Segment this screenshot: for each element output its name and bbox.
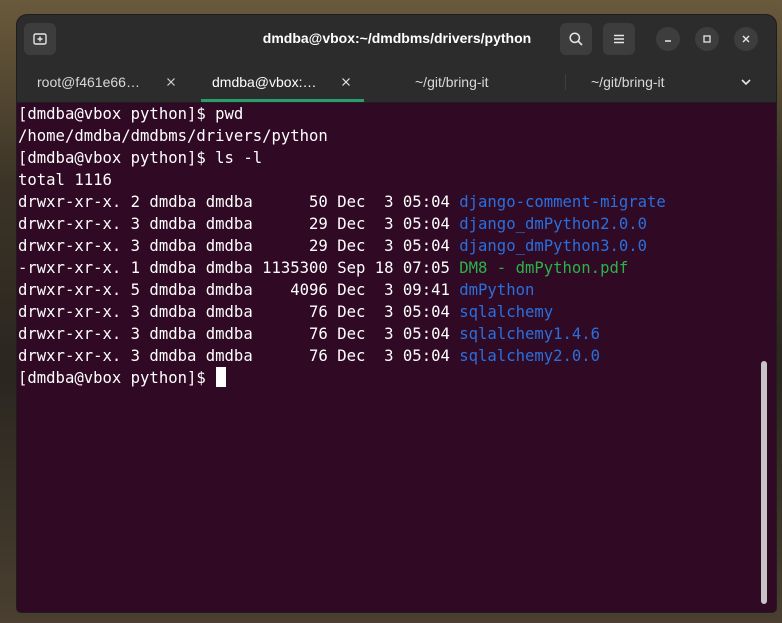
terminal-scrollbar[interactable] — [761, 361, 767, 604]
tab-label: dmdba@vbox:… — [212, 74, 317, 90]
close-button[interactable] — [734, 27, 758, 51]
dir-name: django_dmPython2.0.0 — [459, 215, 648, 233]
chevron-down-icon — [741, 79, 751, 86]
minimize-icon — [665, 40, 671, 42]
text-cursor — [216, 367, 227, 387]
dir-name: sqlalchemy2.0.0 — [459, 347, 601, 365]
hamburger-menu-icon — [614, 34, 624, 44]
tab-bring-it-1[interactable]: ~/git/bring-it — [415, 62, 565, 102]
search-button[interactable] — [560, 23, 592, 55]
dir-name: django-comment-migrate — [459, 193, 666, 211]
new-tab-icon — [33, 33, 47, 45]
header-bar: dmdba@vbox:~/dmdbms/drivers/python — [17, 15, 776, 62]
terminal-line: drwxr-xr-x. 5 dmdba dmdba 4096 Dec 3 09:… — [18, 279, 758, 301]
terminal-line: -rwxr-xr-x. 1 dmdba dmdba 1135300 Sep 18… — [18, 257, 758, 279]
tab-label: ~/git/bring-it — [415, 74, 489, 90]
tab-close-button[interactable] — [338, 74, 354, 90]
terminal-window: dmdba@vbox:~/dmdbms/drivers/python root@… — [17, 15, 776, 612]
file-listing: drwxr-xr-x. 3 dmdba dmdba 76 Dec 3 05:04 — [18, 303, 460, 321]
dir-name: sqlalchemy — [459, 303, 554, 321]
terminal-line: drwxr-xr-x. 3 dmdba dmdba 29 Dec 3 05:04… — [18, 235, 758, 257]
file-listing: -rwxr-xr-x. 1 dmdba dmdba 1135300 Sep 18… — [18, 259, 460, 277]
terminal-line: drwxr-xr-x. 3 dmdba dmdba 76 Dec 3 05:04… — [18, 301, 758, 323]
close-icon — [167, 78, 175, 86]
file-listing: drwxr-xr-x. 5 dmdba dmdba 4096 Dec 3 09:… — [18, 281, 460, 299]
tab-close-button[interactable] — [163, 74, 179, 90]
terminal-line: [dmdba@vbox python]$ pwd — [18, 105, 244, 123]
tab-bring-it-2[interactable]: ~/git/bring-it — [591, 62, 741, 102]
file-listing: drwxr-xr-x. 3 dmdba dmdba 76 Dec 3 05:04 — [18, 325, 460, 343]
file-listing: drwxr-xr-x. 3 dmdba dmdba 29 Dec 3 05:04 — [18, 215, 460, 233]
file-listing: drwxr-xr-x. 3 dmdba dmdba 76 Dec 3 05:04 — [18, 347, 460, 365]
terminal-line: total 1116 — [18, 171, 112, 189]
maximize-icon — [703, 35, 711, 43]
tab-dmdba[interactable]: dmdba@vbox:… — [212, 62, 362, 102]
terminal-line: drwxr-xr-x. 3 dmdba dmdba 76 Dec 3 05:04… — [18, 323, 758, 345]
close-icon — [342, 78, 350, 86]
tab-root[interactable]: root@f461e66… — [37, 62, 187, 102]
shell-prompt: [dmdba@vbox python]$ — [18, 369, 216, 387]
terminal-line: [dmdba@vbox python]$ ls -l — [18, 149, 263, 167]
tab-label: root@f461e66… — [37, 74, 140, 90]
search-icon — [569, 32, 583, 46]
tab-label: ~/git/bring-it — [591, 74, 665, 90]
dir-name: dmPython — [459, 281, 535, 299]
terminal-line: drwxr-xr-x. 3 dmdba dmdba 29 Dec 3 05:04… — [18, 213, 758, 235]
terminal-prompt-line[interactable]: [dmdba@vbox python]$ — [18, 367, 758, 389]
new-tab-button[interactable] — [24, 23, 56, 55]
tab-separator — [565, 74, 566, 90]
file-listing: drwxr-xr-x. 2 dmdba dmdba 50 Dec 3 05:04 — [18, 193, 460, 211]
menu-button[interactable] — [603, 23, 635, 55]
dir-name: sqlalchemy1.4.6 — [459, 325, 601, 343]
tabs-overflow-button[interactable] — [739, 62, 759, 102]
maximize-button[interactable] — [695, 27, 719, 51]
minimize-button[interactable] — [656, 27, 680, 51]
dir-name: django_dmPython3.0.0 — [459, 237, 648, 255]
close-icon — [742, 35, 750, 43]
active-tab-indicator — [201, 99, 364, 102]
terminal-line: /home/dmdba/dmdbms/drivers/python — [18, 127, 328, 145]
terminal-line: drwxr-xr-x. 2 dmdba dmdba 50 Dec 3 05:04… — [18, 191, 758, 213]
terminal-output[interactable]: [dmdba@vbox python]$ pwd /home/dmdba/dmd… — [17, 103, 758, 612]
tab-bar: root@f461e66… dmdba@vbox:… ~/git/bring-i… — [17, 62, 776, 103]
window-title: dmdba@vbox:~/dmdbms/drivers/python — [262, 30, 532, 46]
file-listing: drwxr-xr-x. 3 dmdba dmdba 29 Dec 3 05:04 — [18, 237, 460, 255]
file-name: DM8 - dmPython.pdf — [459, 259, 629, 277]
terminal-line: drwxr-xr-x. 3 dmdba dmdba 76 Dec 3 05:04… — [18, 345, 758, 367]
